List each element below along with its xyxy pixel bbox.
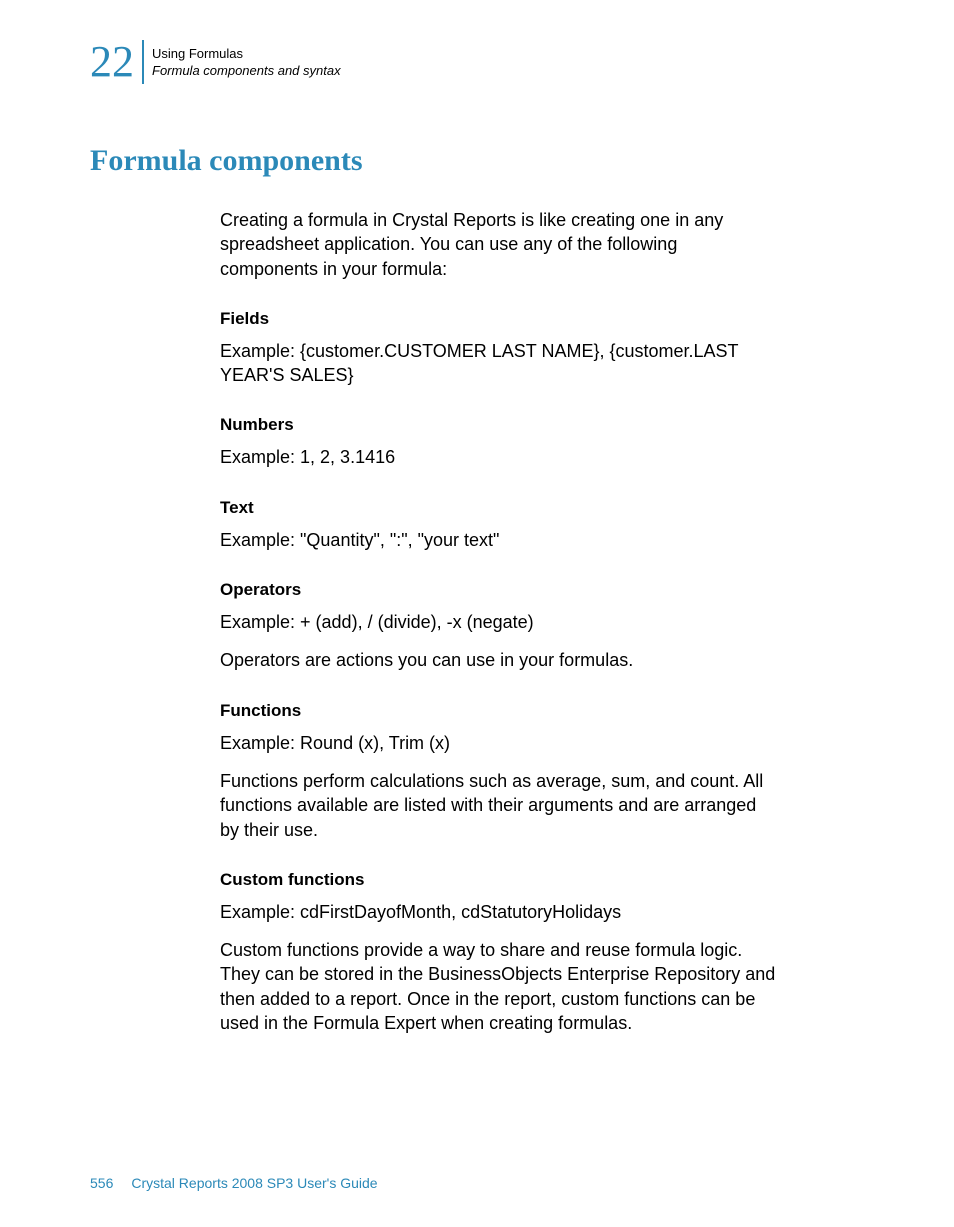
custom-functions-example: Example: cdFirstDayofMonth, cdStatutoryH… [220, 900, 780, 924]
operators-example: Example: + (add), / (divide), -x (negate… [220, 610, 780, 634]
numbers-heading: Numbers [220, 415, 780, 435]
page-number: 556 [90, 1175, 113, 1191]
text-heading: Text [220, 498, 780, 518]
header-text-block: Using Formulas Formula components and sy… [152, 46, 341, 78]
chapter-number: 22 [90, 40, 134, 84]
page-header: 22 Using Formulas Formula components and… [90, 40, 864, 84]
fields-example: Example: {customer.CUSTOMER LAST NAME}, … [220, 339, 780, 388]
functions-example: Example: Round (x), Trim (x) [220, 731, 780, 755]
header-chapter-title: Using Formulas [152, 46, 341, 61]
header-section-title: Formula components and syntax [152, 63, 341, 78]
operators-description: Operators are actions you can use in you… [220, 648, 780, 672]
custom-functions-description: Custom functions provide a way to share … [220, 938, 780, 1035]
main-heading: Formula components [90, 144, 864, 178]
fields-heading: Fields [220, 309, 780, 329]
operators-heading: Operators [220, 580, 780, 600]
header-divider [142, 40, 144, 84]
text-example: Example: "Quantity", ":", "your text" [220, 528, 780, 552]
functions-description: Functions perform calculations such as a… [220, 769, 780, 842]
page-footer: 556 Crystal Reports 2008 SP3 User's Guid… [90, 1175, 378, 1191]
custom-functions-heading: Custom functions [220, 870, 780, 890]
intro-paragraph: Creating a formula in Crystal Reports is… [220, 208, 780, 281]
footer-document-title: Crystal Reports 2008 SP3 User's Guide [131, 1175, 377, 1191]
functions-heading: Functions [220, 701, 780, 721]
content-area: Creating a formula in Crystal Reports is… [220, 208, 780, 1035]
numbers-example: Example: 1, 2, 3.1416 [220, 445, 780, 469]
